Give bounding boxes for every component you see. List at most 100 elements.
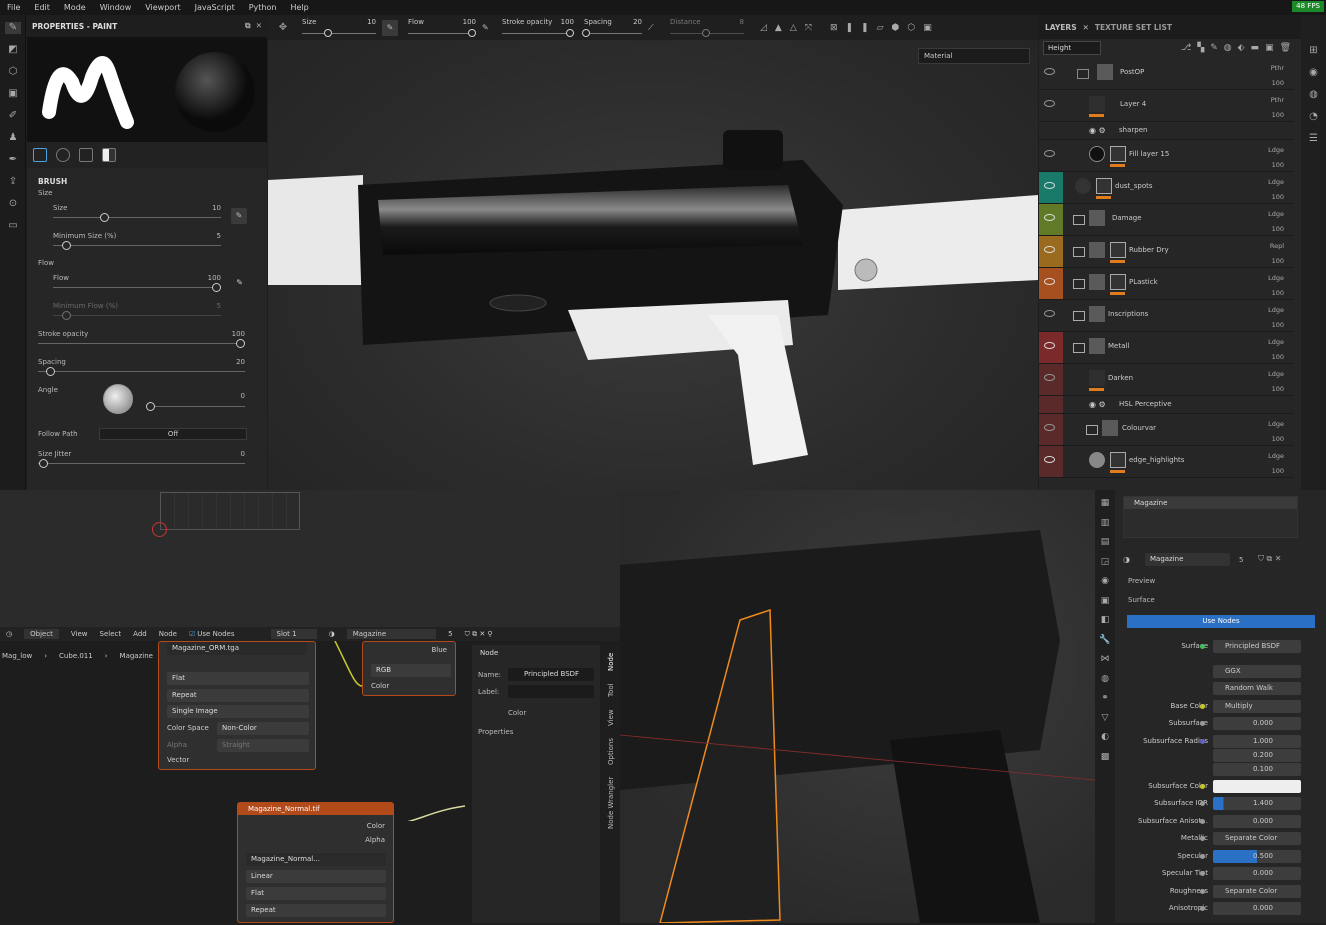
color-space-dropdown[interactable]: Non-Color [217, 722, 309, 735]
menu-help[interactable]: Help [283, 3, 315, 12]
material-action-icons[interactable]: ⛉ ⧉ ✕ [1258, 554, 1282, 564]
layer-row[interactable]: Fill layer 15 Ldge 100 [1039, 140, 1294, 172]
projection-icon[interactable]: ⬡ [5, 66, 21, 78]
menu-view[interactable]: View [71, 630, 88, 638]
toolbar-flow-slider[interactable]: Flow 100 [404, 15, 476, 40]
interpolation-dropdown[interactable]: Linear [246, 870, 386, 883]
layer-row[interactable]: PostOP Pthr 100 [1039, 58, 1294, 90]
bake-icon[interactable]: ⇪ [5, 176, 21, 188]
material-display-dropdown[interactable]: Material [918, 48, 1030, 64]
menu-mode[interactable]: Mode [57, 3, 93, 12]
roughness-row[interactable]: Roughness Separate Color [1095, 884, 1326, 900]
surface-row[interactable]: Surface Principled BSDF [1095, 639, 1326, 655]
spacing-slider[interactable]: Spacing 20 [27, 354, 267, 382]
slot-dropdown[interactable]: Slot 1 [270, 629, 317, 639]
layer-row[interactable]: PLastick Ldge 100 [1039, 268, 1294, 300]
layer-row[interactable]: Inscriptions Ldge 100 [1039, 300, 1294, 332]
flow-slider[interactable]: Flow 100 ✎ [27, 270, 267, 298]
camera-icon[interactable]: ⊙ [5, 198, 21, 210]
visibility-eye-icon[interactable] [1044, 342, 1055, 349]
visibility-eye-icon[interactable] [1044, 456, 1055, 463]
tab-brush-icon[interactable] [33, 148, 47, 162]
size-jitter-slider[interactable]: Size Jitter 0 [27, 446, 267, 474]
visibility-eye-icon[interactable] [1044, 310, 1055, 317]
tab-material-icon[interactable] [102, 148, 116, 162]
visibility-eye-icon[interactable] [1044, 278, 1055, 285]
layer-row[interactable]: Layer 4 Pthr 100 [1039, 90, 1294, 122]
3d-viewport[interactable] [268, 15, 1038, 490]
material-action-icons[interactable]: ⛉ ⧉ ✕ ⚲ [465, 630, 493, 639]
picker-icon[interactable]: ✒ [5, 154, 21, 166]
image-texture-node-orm[interactable]: Magazine_ORM.tga Flat Repeat Single Imag… [158, 641, 316, 770]
subsurface-anisotropy-row[interactable]: Subsurface Anisot... 0.000 [1095, 814, 1326, 830]
interpolation-dropdown[interactable]: Flat [167, 672, 309, 685]
size-slider[interactable]: Size 10 ✎ [27, 200, 267, 228]
toolbar-stroke-opacity-slider[interactable]: Stroke opacity 100 [498, 15, 574, 40]
node-name-field[interactable]: Principled BSDF [508, 668, 594, 681]
tab-view[interactable]: View [607, 709, 615, 726]
breadcrumb-mesh[interactable]: Cube.011 [59, 652, 93, 660]
use-nodes-button[interactable]: Use Nodes [1127, 615, 1315, 628]
flow-pen-icon[interactable]: ✎ [482, 23, 494, 32]
subsurface-ior-row[interactable]: Subsurface IOR 1.400 [1095, 796, 1326, 812]
geometry-icon[interactable]: ▣ [5, 88, 21, 100]
blender-viewport[interactable] [619, 490, 1096, 924]
specular-tint-row[interactable]: Specular Tint 0.000 [1095, 866, 1326, 882]
min-size-slider[interactable]: Minimum Size (%) 5 [27, 228, 267, 256]
extension-dropdown[interactable]: Repeat [246, 904, 386, 917]
layer-row[interactable]: Rubber Dry Repl 100 [1039, 236, 1294, 268]
layer-row[interactable]: Damage Ldge 100 [1039, 204, 1294, 236]
image-file-field[interactable]: Magazine_Normal... [246, 853, 386, 866]
channel-dropdown[interactable]: Height [1043, 41, 1101, 55]
filter-eye-icon[interactable]: ◉ ⚙ [1089, 400, 1106, 409]
use-nodes-checkbox[interactable]: ☑ [189, 630, 195, 638]
anisotropic-row[interactable]: Anisotropic 0.000 [1095, 901, 1326, 917]
follow-path-toggle[interactable]: Off [99, 428, 247, 440]
tab-tool[interactable]: Tool [607, 683, 615, 697]
filter-eye-icon[interactable]: ◉ ⚙ [1089, 126, 1106, 135]
toolbar-size-slider[interactable]: Size 10 [298, 15, 376, 40]
angle-dial-icon[interactable] [103, 384, 133, 414]
preview-panel-header[interactable]: Preview [1128, 577, 1155, 585]
tab-node[interactable]: Node [607, 653, 615, 671]
breadcrumb-material[interactable]: Magazine [120, 652, 153, 660]
eraser-icon[interactable]: ◩ [5, 44, 21, 56]
material-name-field[interactable]: Magazine [1145, 553, 1230, 566]
node-panel-header[interactable]: Node [472, 645, 600, 661]
subsurface-row[interactable]: Subsurface 0.000 [1095, 716, 1326, 732]
layer-row[interactable]: Colourvar Ldge 100 [1039, 414, 1294, 446]
metallic-row[interactable]: Metallic Separate Color [1095, 831, 1326, 847]
editor-type-icon[interactable]: ◷ [6, 630, 12, 638]
tab-alpha-icon[interactable] [56, 148, 70, 162]
layer-tool-icons[interactable]: ⎇▚✎◍⬖▬▣🗑 [1181, 43, 1297, 53]
menu-edit[interactable]: Edit [27, 3, 57, 12]
visibility-eye-icon[interactable] [1044, 100, 1055, 107]
menu-viewport[interactable]: Viewport [138, 3, 187, 12]
pen-pressure-icon[interactable]: ✎ [231, 208, 247, 224]
view-mode-icons[interactable]: ⊠❚❚▱⬢⬡▣ [830, 23, 940, 33]
visibility-eye-icon[interactable] [1044, 246, 1055, 253]
tab-layers[interactable]: LAYERS [1039, 23, 1083, 32]
tab-options[interactable]: Options [607, 738, 615, 765]
specular-row[interactable]: Specular 0.500 [1095, 849, 1326, 865]
material-slot-list[interactable]: Magazine [1123, 496, 1298, 538]
pen-pressure-toggle-icon[interactable]: ✎ [382, 19, 398, 36]
paint-brush-icon[interactable]: ✎ [5, 22, 21, 34]
source-dropdown[interactable]: Single Image [167, 705, 309, 718]
breadcrumb-object[interactable]: Mag_low [2, 652, 32, 660]
tab-stencil-icon[interactable] [79, 148, 93, 162]
filter-row[interactable]: ◉ ⚙ sharpen [1039, 122, 1294, 140]
visibility-eye-icon[interactable] [1044, 374, 1055, 381]
extension-dropdown[interactable]: Repeat [167, 689, 309, 702]
node-label-field[interactable] [508, 685, 594, 698]
material-name-field[interactable]: Magazine [346, 629, 437, 639]
projection-dropdown[interactable]: Flat [246, 887, 386, 900]
layer-row[interactable]: dust_spots Ldge 100 [1039, 172, 1294, 204]
toolbar-distance-slider[interactable]: Distance 8 [666, 15, 744, 40]
color-subpanel[interactable]: Color [508, 709, 526, 717]
distribution-row[interactable]: GGX [1095, 664, 1326, 680]
alpha-dropdown[interactable]: Straight [217, 739, 309, 752]
base-color-row[interactable]: Base Color Multiply [1095, 699, 1326, 715]
menu-add[interactable]: Add [133, 630, 147, 638]
menu-python[interactable]: Python [242, 3, 284, 12]
